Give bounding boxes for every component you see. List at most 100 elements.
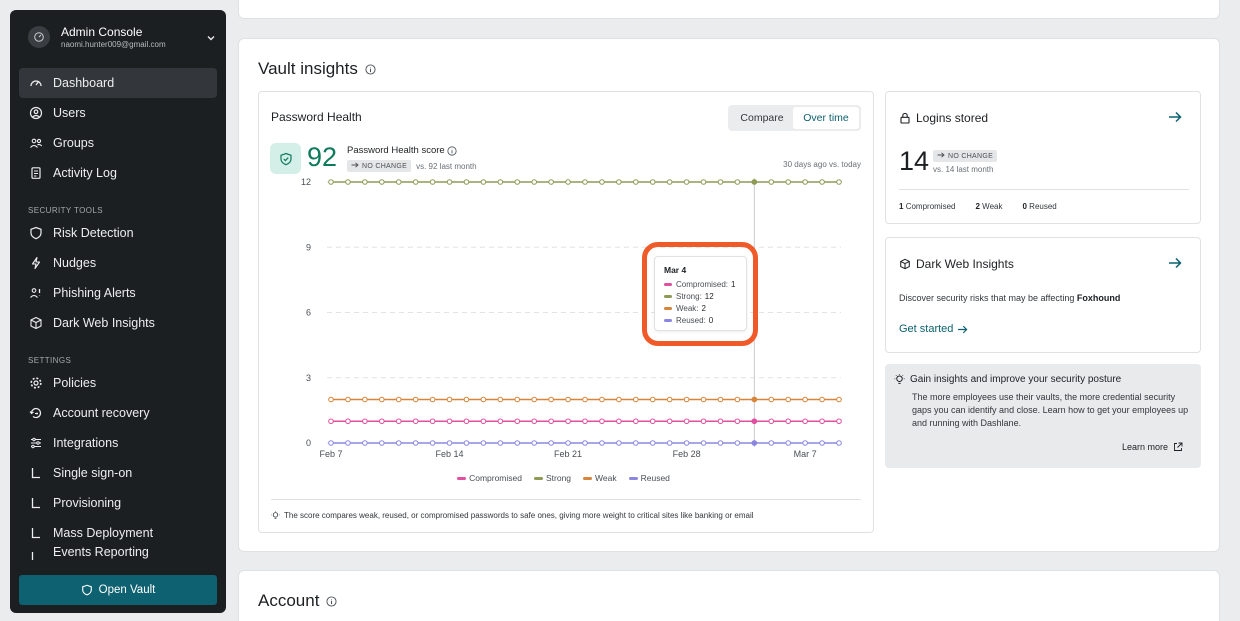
sidebar-item-label: Groups: [53, 136, 94, 150]
data-point: [768, 179, 775, 185]
settings-heading: SETTINGS: [28, 356, 72, 365]
logins-count: 14: [899, 146, 930, 176]
y-tick-label: 6: [306, 308, 311, 318]
dark-web-title-text: Dark Web Insights: [916, 257, 1014, 271]
dashboard-icon: [28, 75, 44, 91]
logins-breakdown: 1 Compromised 2 Weak 0 Reused: [899, 202, 1077, 211]
sidebar-item-phishing-alerts[interactable]: Phishing Alerts: [19, 278, 217, 308]
info-icon[interactable]: [365, 63, 376, 75]
x-tick-label: Feb 21: [554, 449, 582, 459]
sidebar-item-provisioning[interactable]: Provisioning: [19, 488, 217, 518]
data-point: [785, 179, 792, 185]
password-health-card: Password Health Compare Over time 92 Pas…: [258, 91, 874, 533]
data-point: [633, 440, 639, 446]
arrow-right-icon[interactable]: [1168, 257, 1182, 269]
sidebar-item-nudges[interactable]: Nudges: [19, 248, 217, 278]
legend-item-compromised[interactable]: Compromised: [457, 473, 522, 483]
phishing-icon: [28, 285, 44, 301]
dark-web-insights-card: Dark Web Insights Discover security risk…: [885, 237, 1201, 353]
data-point: [768, 440, 775, 446]
corner-icon: [28, 465, 44, 481]
data-point: [717, 440, 724, 446]
data-point: [412, 396, 419, 403]
legend-swatch: [583, 476, 593, 480]
sidebar-item-users[interactable]: Users: [19, 98, 217, 128]
stat-value: 2: [975, 202, 980, 211]
sidebar-item-label: Policies: [53, 376, 97, 390]
data-point: [734, 396, 741, 403]
chevron-down-icon[interactable]: [206, 30, 216, 48]
data-point: [328, 440, 334, 446]
data-point: [565, 179, 571, 185]
account-switcher[interactable]: Admin Console naomi.hunter009@gmail.com: [28, 24, 218, 54]
data-point: [446, 440, 453, 446]
data-point: [751, 396, 758, 403]
data-point: [666, 179, 673, 185]
y-tick-label: 9: [306, 242, 311, 252]
data-point: [802, 179, 808, 185]
learn-more-link[interactable]: Learn more: [1122, 442, 1183, 452]
footnote-text: The score compares weak, reused, or comp…: [284, 511, 754, 520]
insights-tip-card: Gain insights and improve your security …: [885, 364, 1201, 468]
data-point: [717, 396, 724, 403]
sidebar-item-integrations[interactable]: Integrations: [19, 428, 217, 458]
data-point: [836, 179, 842, 185]
legend-item-reused[interactable]: Reused: [628, 473, 670, 483]
cube-icon: [28, 315, 44, 331]
sidebar-item-activity-log[interactable]: Activity Log: [19, 158, 217, 188]
legend-label: Strong: [545, 473, 572, 483]
chart-legend: Compromised Strong Weak Reused: [259, 473, 873, 483]
data-point: [633, 396, 639, 403]
divider: [271, 499, 861, 500]
sidebar-item-single-sign-on[interactable]: Single sign-on: [19, 458, 217, 488]
sidebar-item-events-reporting[interactable]: Events Reporting: [19, 543, 217, 571]
sidebar-item-account-recovery[interactable]: Account recovery: [19, 398, 217, 428]
password-health-chart[interactable]: 0 3 6 9 12 Feb 7 Feb 14 Feb 21 Feb 28 Mar 7: [259, 92, 873, 472]
data-point: [446, 396, 453, 403]
sidebar-item-groups[interactable]: Groups: [19, 128, 217, 158]
data-point: [429, 179, 436, 185]
data-point: [497, 179, 504, 185]
data-point: [531, 418, 538, 425]
get-started-link[interactable]: Get started: [899, 323, 968, 335]
section-title-vault-insights: Vault insights: [258, 59, 376, 79]
stat-reused: 0 Reused: [1022, 202, 1066, 211]
data-point: [802, 418, 808, 425]
sidebar-item-risk-detection[interactable]: Risk Detection: [19, 218, 217, 248]
console-icon: [28, 26, 50, 48]
shield-icon: [81, 584, 93, 596]
legend-item-strong[interactable]: Strong: [533, 473, 572, 483]
corner-icon: [28, 545, 44, 561]
data-point: [514, 179, 521, 185]
legend-item-weak[interactable]: Weak: [583, 473, 617, 483]
section-title-text: Vault insights: [258, 59, 358, 78]
security-tools-heading: SECURITY TOOLS: [28, 206, 103, 215]
data-point: [328, 179, 334, 185]
arrow-right-icon[interactable]: [1168, 111, 1182, 123]
data-point: [497, 418, 504, 425]
data-point: [463, 418, 470, 425]
data-point: [379, 440, 385, 446]
data-point: [531, 179, 538, 185]
open-vault-button[interactable]: Open Vault: [19, 575, 217, 605]
data-point: [802, 440, 808, 446]
sidebar-item-dark-web-insights[interactable]: Dark Web Insights: [19, 308, 217, 338]
data-point: [395, 179, 402, 185]
stat-label: Weak: [982, 202, 1003, 211]
data-point: [666, 396, 673, 403]
sidebar-item-policies[interactable]: Policies: [19, 368, 217, 398]
info-icon[interactable]: [326, 595, 337, 607]
no-change-text: NO CHANGE: [948, 152, 994, 160]
data-point: [514, 418, 521, 425]
sliders-icon: [28, 435, 44, 451]
data-point: [429, 418, 436, 425]
data-point: [548, 396, 554, 403]
corner-icon: [28, 495, 44, 511]
data-point: [362, 418, 368, 425]
footnote: The score compares weak, reused, or comp…: [271, 511, 754, 520]
data-point: [582, 440, 588, 446]
sidebar-item-dashboard[interactable]: Dashboard: [19, 68, 217, 98]
sidebar-item-label: Events Reporting: [53, 545, 149, 559]
activity-log-icon: [28, 165, 44, 181]
data-point: [683, 440, 690, 446]
